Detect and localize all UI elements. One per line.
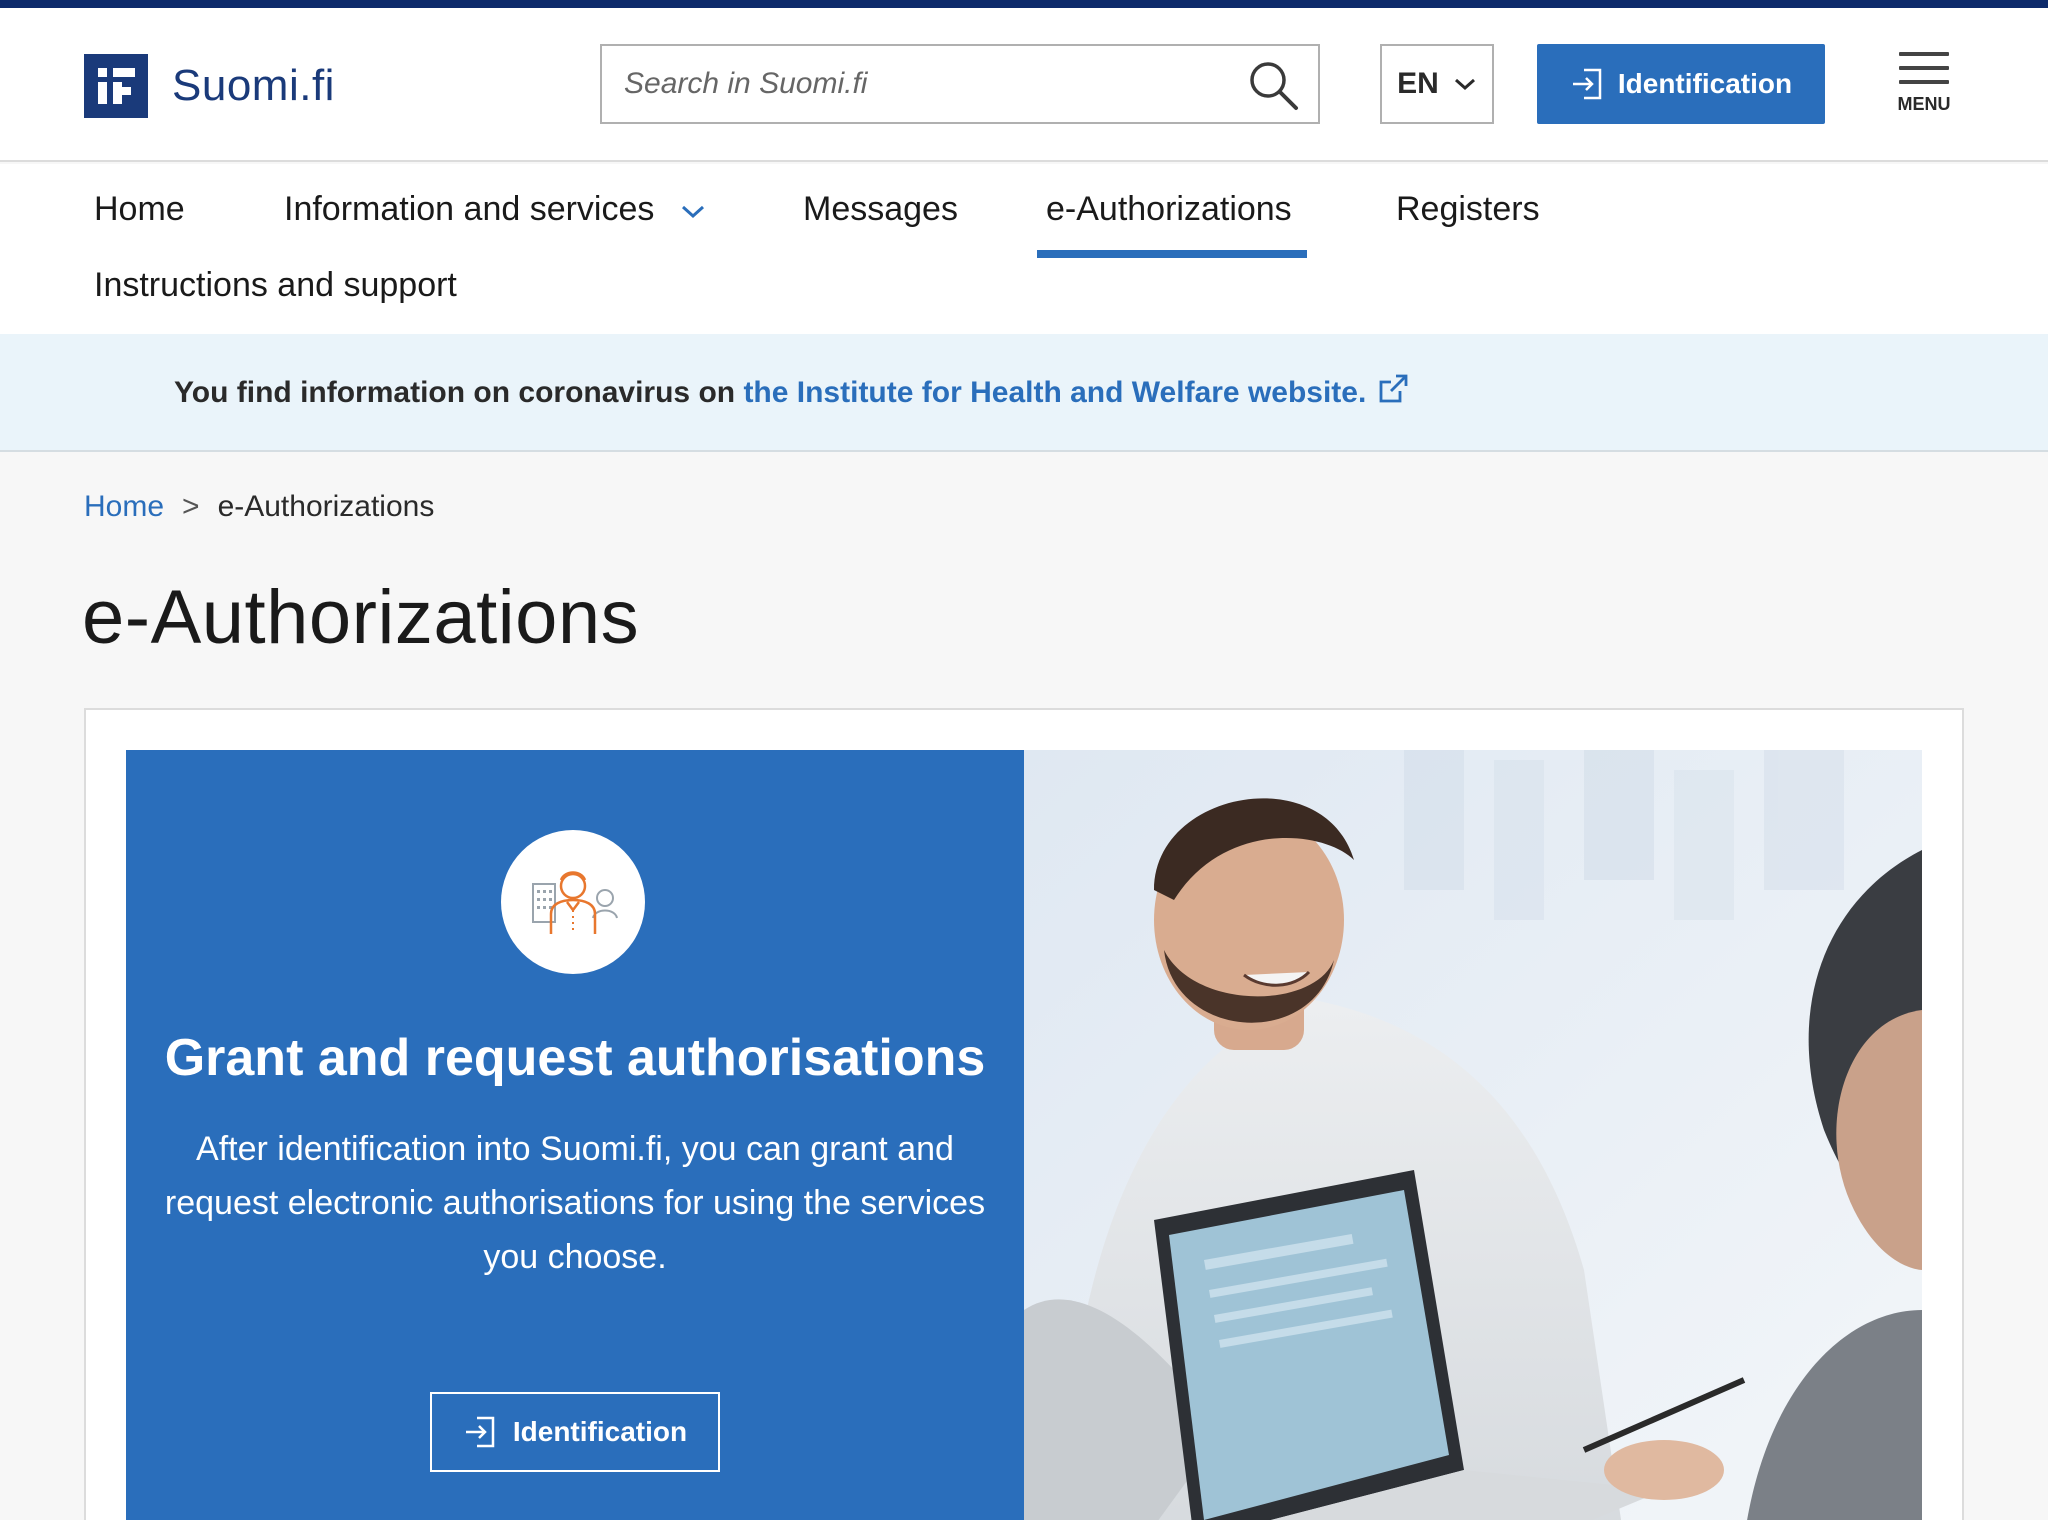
people-meeting-photo [1024,750,1922,1520]
language-label: EN [1397,67,1439,100]
page-title: e-Authorizations [82,575,640,660]
notice-link[interactable]: the Institute for Health and Welfare web… [743,374,1410,409]
coronavirus-notice: You find information on coronavirus on t… [0,334,2048,452]
menu-label: MENU [1897,94,1951,114]
external-link-icon [1379,374,1408,403]
login-icon [1572,68,1602,100]
breadcrumb-home-link[interactable]: Home [84,490,164,523]
card-description: After identification into Suomi.fi, you … [164,1130,986,1276]
identification-button-label: Identification [1617,68,1793,99]
card-info-panel: Grant and request authorisations After i… [126,750,1024,1520]
nav-item-messages[interactable]: Messages [803,190,958,229]
breadcrumb-separator: > [182,490,200,523]
nav-item-e-authorizations[interactable]: e-Authorizations [1046,190,1292,229]
breadcrumb-current: e-Authorizations [217,490,435,523]
authorization-person-icon [501,830,645,974]
search-icon[interactable] [1246,58,1300,112]
logo-mark-icon [84,54,148,118]
notice-text: You find information on coronavirus on t… [174,372,1410,410]
logo-text: Suomi.fi [172,61,335,110]
nav-item-registers[interactable]: Registers [1396,190,1540,229]
site-header: Suomi.fi EN Identification MENU [0,8,2048,162]
nav-item-information-and-services[interactable]: Information and services [284,190,706,229]
card-title: Grant and request authorisations [164,1029,986,1087]
notice-link-text: the Institute for Health and Welfare web… [743,376,1367,409]
top-accent-bar [0,0,2048,8]
chevron-down-icon [681,205,704,219]
hamburger-icon [1899,52,1949,56]
nav-item-instructions-and-support[interactable]: Instructions and support [94,266,457,305]
search-box [600,44,1320,124]
nav-item-label: Information and services [284,190,655,228]
card-button-label: Identification [512,1416,688,1447]
language-selector[interactable]: EN [1380,44,1494,124]
search-input[interactable] [602,46,1222,122]
card-identification-button[interactable]: Identification [430,1392,720,1472]
main-navigation: Home Information and services Messages e… [0,164,2048,334]
menu-button[interactable]: MENU [1896,52,1952,126]
breadcrumb: Home > e-Authorizations [84,490,434,524]
nav-item-home[interactable]: Home [94,190,185,229]
notice-message: You find information on coronavirus on [174,376,744,409]
identification-button[interactable]: Identification [1537,44,1825,124]
suomi-fi-logo[interactable]: Suomi.fi [84,54,335,118]
login-icon [465,1416,495,1448]
chevron-down-icon [1454,78,1475,91]
nav-active-indicator [1037,250,1307,258]
